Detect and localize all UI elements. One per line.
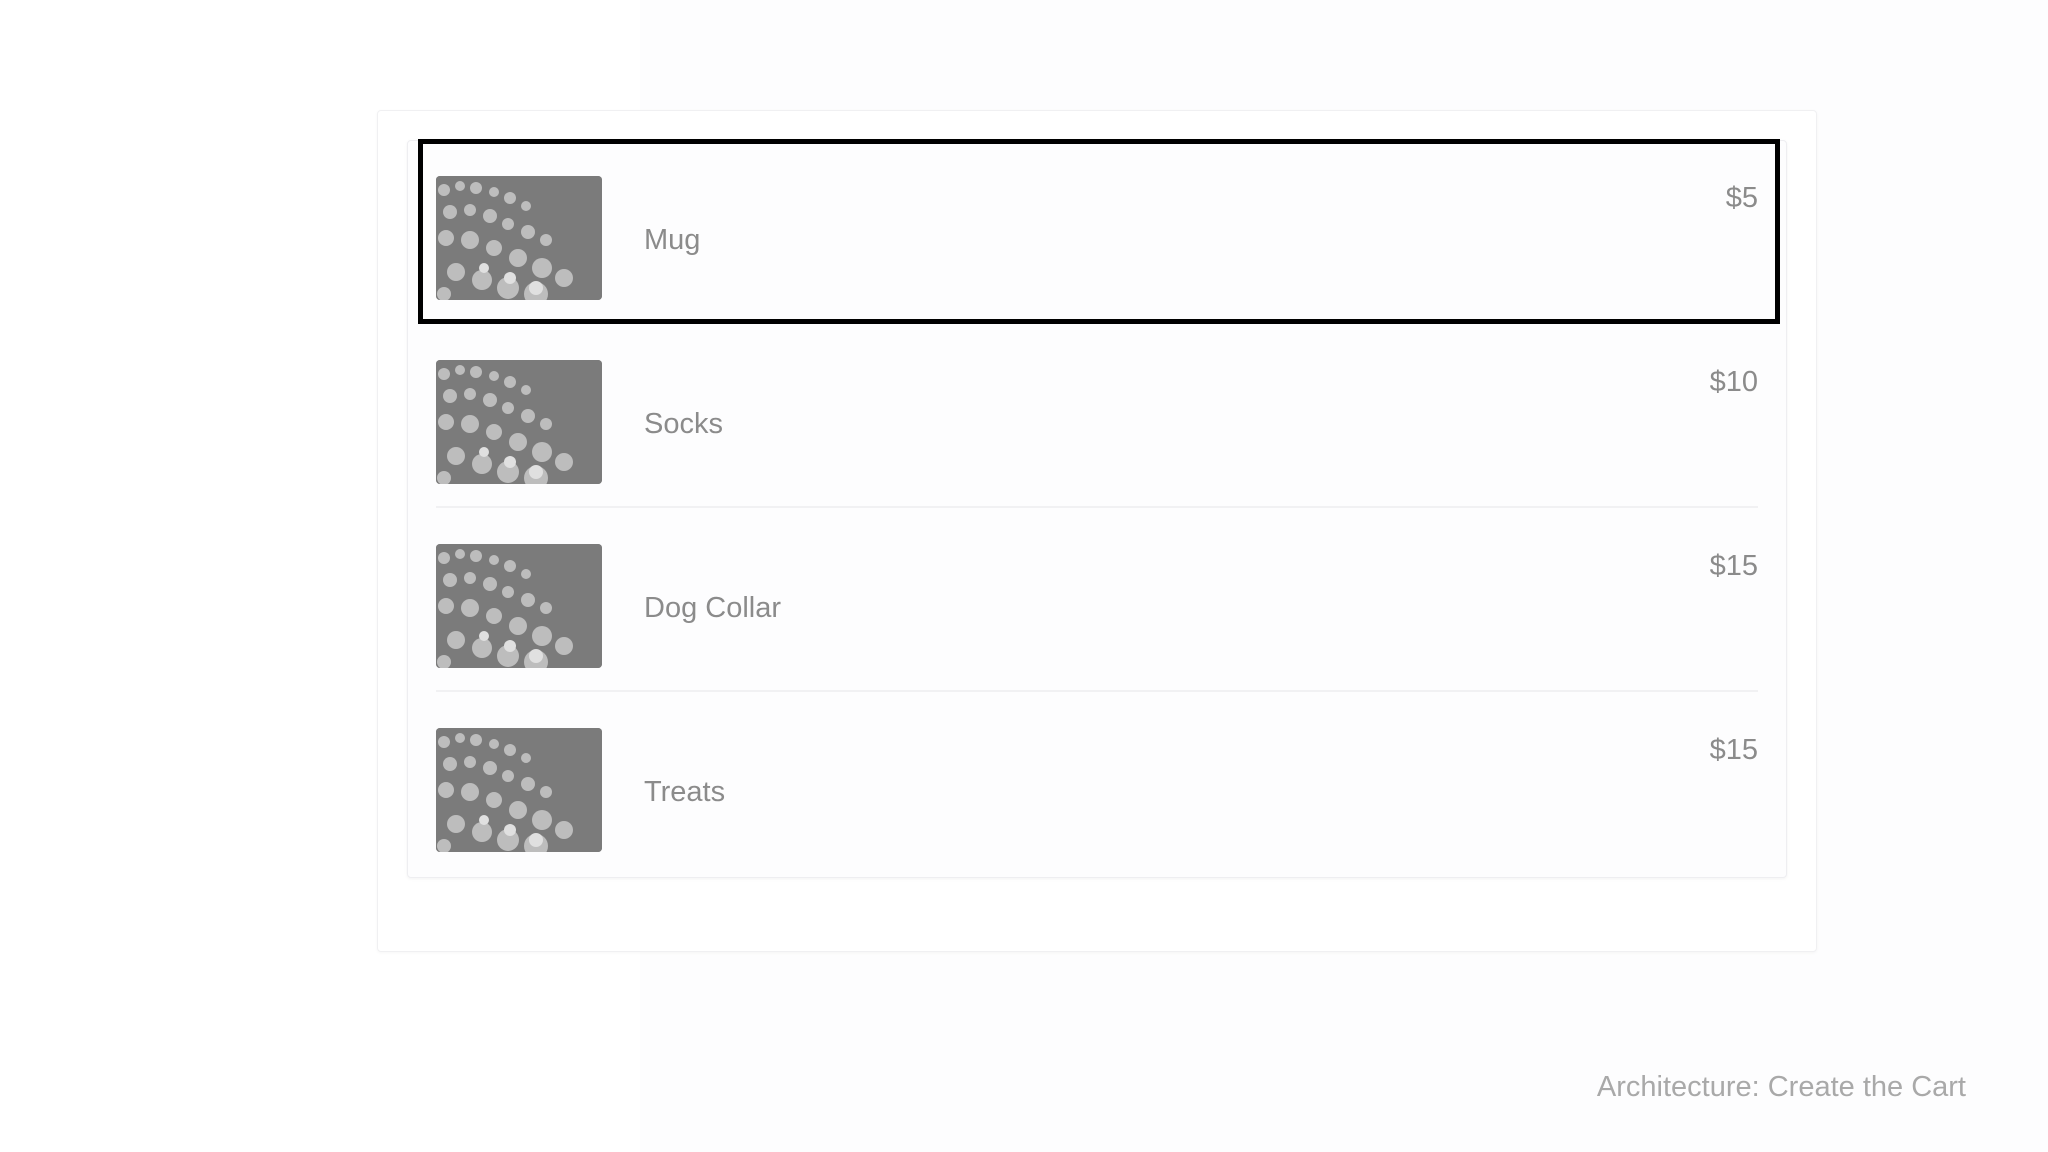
product-image [436,176,602,300]
slide-footer-title: Architecture: Create the Cart [1596,1071,1966,1103]
item-name: Dog Collar [644,592,781,624]
cart-item[interactable]: Mug $5 [436,140,1758,324]
item-name: Treats [644,776,726,808]
item-price: $15 [1709,734,1758,766]
item-price: $15 [1709,550,1758,582]
product-image [436,360,602,484]
item-name: Mug [644,224,701,256]
cart-item[interactable]: Dog Collar $15 [436,508,1758,692]
item-price: $10 [1709,366,1758,398]
product-image [436,728,602,852]
item-name: Socks [644,408,723,440]
cart-item[interactable]: Socks $10 [436,324,1758,508]
product-image [436,544,602,668]
cart-item[interactable]: Treats $15 [436,692,1758,876]
item-price: $5 [1725,182,1758,214]
